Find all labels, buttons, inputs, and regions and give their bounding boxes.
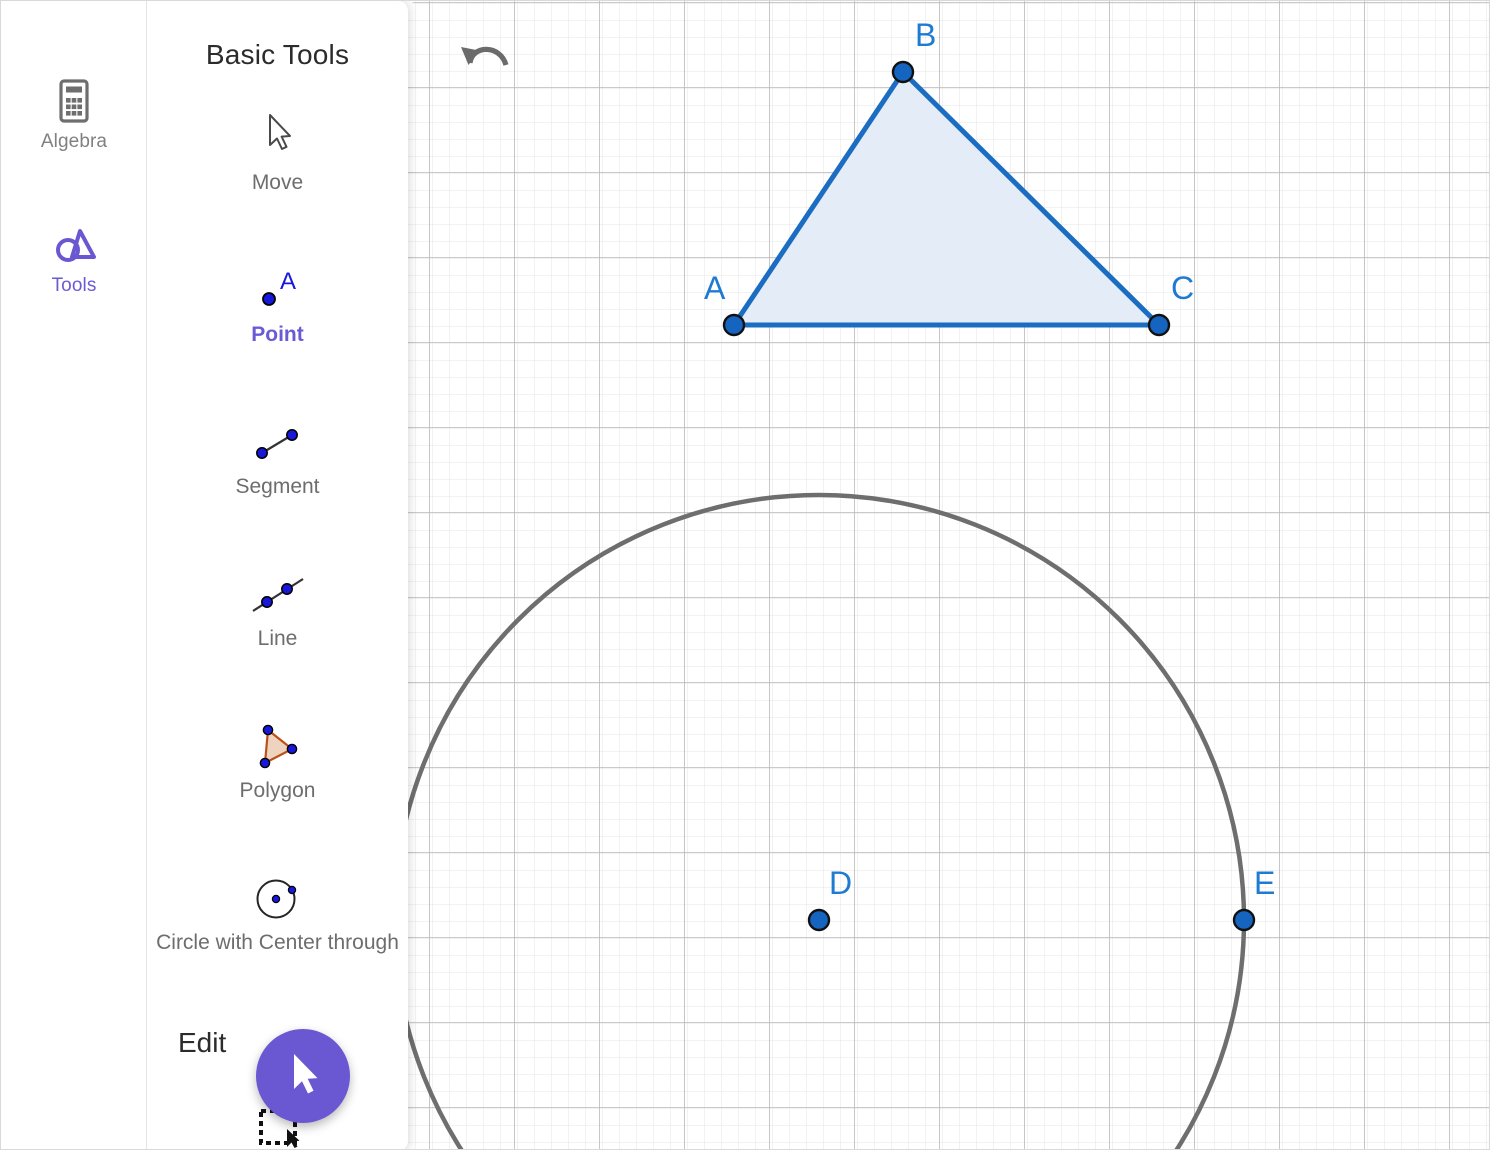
geometry-point-a[interactable] [722, 313, 746, 337]
point-label-a: A [704, 270, 726, 306]
tool-item-line[interactable]: Line [147, 565, 408, 653]
tools-panel: Basic Tools Move A Point Segment Line Po… [147, 1, 408, 1149]
tools-scrollbar-track[interactable] [399, 1, 408, 1149]
calculator-icon [1, 77, 147, 125]
geometry-point-e[interactable] [1232, 908, 1256, 932]
canvas-svg[interactable]: A B C D E [408, 1, 1490, 1150]
edit-section-heading: Edit [178, 1027, 227, 1058]
left-rail: Algebra Tools [1, 1, 147, 1149]
point-label-c: C [1171, 270, 1194, 306]
tool-item-circle-with-center-through[interactable]: Circle with Center through [147, 869, 408, 957]
point-label-d: D [829, 865, 852, 901]
point-label-b: B [915, 17, 936, 53]
svg-text:A: A [280, 268, 296, 295]
geometry-canvas[interactable]: A B C D E [408, 1, 1490, 1150]
tool-item-circle-label: Circle with Center through [156, 931, 399, 954]
point-a-icon: A [147, 261, 408, 321]
undo-button[interactable] [456, 33, 514, 85]
tool-item-polygon[interactable]: Polygon [147, 717, 408, 805]
circle-center-icon [147, 869, 408, 929]
geometry-point-c[interactable] [1147, 313, 1171, 337]
point-label-e: E [1254, 865, 1275, 901]
polygon-icon [147, 717, 408, 777]
tool-item-segment[interactable]: Segment [147, 413, 408, 501]
geometry-point-b[interactable] [891, 60, 915, 84]
rail-item-tools-label: Tools [51, 275, 97, 296]
cursor-arrow-icon [147, 109, 408, 169]
line-icon [147, 565, 408, 625]
move-tool-fab[interactable] [256, 1029, 350, 1123]
segment-icon [147, 413, 408, 473]
tool-item-line-label: Line [257, 627, 298, 650]
shapes-icon [1, 221, 147, 269]
tool-item-move[interactable]: Move [147, 109, 408, 197]
undo-icon [456, 46, 514, 89]
cursor-arrow-icon [281, 1046, 325, 1107]
tool-item-segment-label: Segment [235, 475, 320, 498]
tool-item-point[interactable]: A Point [147, 261, 408, 349]
geogebra-app: Algebra Tools Basic Tools Move A Point S… [0, 0, 1490, 1150]
geometry-point-d[interactable] [807, 908, 831, 932]
tool-item-polygon-label: Polygon [239, 779, 316, 802]
rail-item-algebra-label: Algebra [40, 131, 108, 152]
tools-panel-title: Basic Tools [205, 39, 350, 70]
select-box-icon [247, 1109, 309, 1149]
tool-item-point-label: Point [251, 323, 304, 346]
tool-item-move-label: Move [251, 171, 304, 194]
rail-item-algebra[interactable]: Algebra [1, 77, 147, 153]
rail-item-tools[interactable]: Tools [1, 221, 147, 297]
